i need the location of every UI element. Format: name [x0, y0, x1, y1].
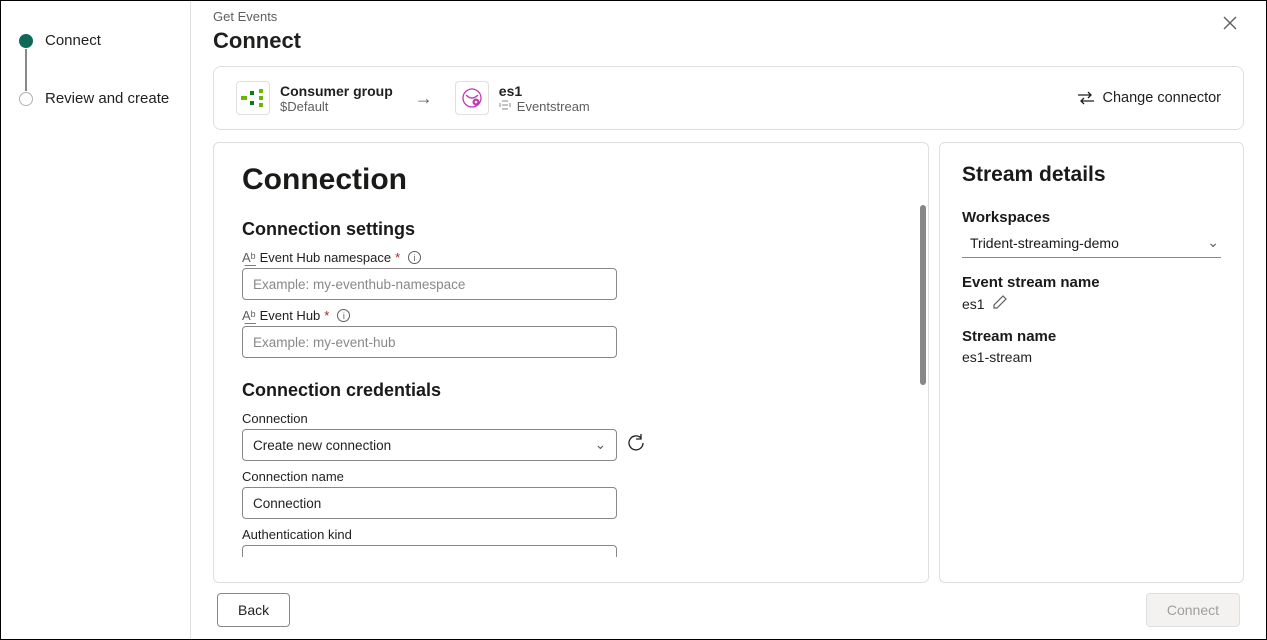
- connection-dropdown-value: Create new connection: [253, 438, 391, 453]
- authentication-kind-label: Authentication kind: [242, 527, 888, 542]
- connection-settings-heading: Connection settings: [242, 219, 888, 240]
- swap-icon: [1077, 91, 1095, 105]
- step-label: Review and create: [45, 89, 169, 109]
- close-button[interactable]: [1216, 9, 1244, 42]
- eventhub-namespace-label: A͟ᵇ Event Hub namespace * i: [242, 250, 888, 265]
- required-indicator: *: [395, 250, 400, 265]
- chevron-down-icon: ⌄: [595, 437, 606, 453]
- text-field-icon: A͟ᵇ: [242, 308, 256, 323]
- refresh-icon: [627, 434, 645, 452]
- main-panel: Get Events Connect Consumer group $Defau…: [191, 1, 1266, 639]
- back-button[interactable]: Back: [217, 593, 290, 627]
- connector-source-subtitle: $Default: [280, 99, 393, 114]
- eventhub-namespace-input[interactable]: [242, 268, 617, 300]
- eventstream-name-label: Event stream name: [962, 274, 1221, 291]
- connection-credentials-heading: Connection credentials: [242, 380, 888, 401]
- connection-name-input[interactable]: [242, 487, 617, 519]
- connector-source: Consumer group $Default: [236, 81, 393, 115]
- wizard-footer: Back Connect: [213, 583, 1244, 639]
- link-icon: [499, 100, 511, 112]
- connection-form-panel: Connection Connection settings A͟ᵇ Event…: [213, 142, 929, 583]
- step-label: Connect: [45, 31, 101, 51]
- connector-source-title: Consumer group: [280, 83, 393, 99]
- eventstream-icon: [455, 81, 489, 115]
- step-connect[interactable]: Connect: [19, 31, 172, 51]
- eventhub-input[interactable]: [242, 326, 617, 358]
- connection-dropdown-label: Connection: [242, 411, 888, 426]
- required-indicator: *: [324, 308, 329, 323]
- connector-target-title: es1: [499, 83, 590, 99]
- stream-name-label: Stream name: [962, 328, 1221, 345]
- refresh-connections-button[interactable]: [627, 434, 645, 457]
- breadcrumb: Get Events: [213, 9, 301, 24]
- info-icon[interactable]: i: [337, 309, 350, 322]
- connection-heading: Connection: [242, 163, 888, 197]
- connect-button[interactable]: Connect: [1146, 593, 1240, 627]
- workspaces-label: Workspaces: [962, 209, 1221, 226]
- authentication-kind-dropdown[interactable]: [242, 545, 617, 557]
- edit-eventstream-name-button[interactable]: [993, 295, 1007, 312]
- text-field-icon: A͟ᵇ: [242, 250, 256, 265]
- step-bullet-icon: [19, 92, 33, 106]
- eventhub-label: A͟ᵇ Event Hub * i: [242, 308, 888, 323]
- scrollbar[interactable]: [920, 205, 926, 385]
- step-bullet-icon: [19, 34, 33, 48]
- stream-details-title: Stream details: [962, 163, 1221, 187]
- consumer-group-icon: [236, 81, 270, 115]
- connection-dropdown[interactable]: Create new connection ⌄: [242, 429, 617, 461]
- connector-target: es1 Eventstream: [455, 81, 590, 115]
- page-title: Connect: [213, 28, 301, 54]
- arrow-right-icon: →: [415, 88, 433, 109]
- step-review-create[interactable]: Review and create: [19, 89, 172, 109]
- connector-target-subtitle: Eventstream: [517, 99, 590, 114]
- connector-summary-card: Consumer group $Default → es1 Eventstrea…: [213, 66, 1244, 130]
- step-connector-line: [25, 49, 27, 91]
- eventstream-name-value: es1: [962, 296, 985, 312]
- stream-details-panel: Stream details Workspaces Trident-stream…: [939, 142, 1244, 583]
- stream-name-value: es1-stream: [962, 349, 1032, 365]
- workspaces-value: Trident-streaming-demo: [970, 235, 1119, 251]
- workspaces-dropdown[interactable]: Trident-streaming-demo ⌄: [962, 230, 1221, 258]
- info-icon[interactable]: i: [408, 251, 421, 264]
- close-icon: [1222, 15, 1238, 31]
- wizard-stepper: Connect Review and create: [1, 1, 191, 639]
- change-connector-button[interactable]: Change connector: [1077, 90, 1222, 106]
- pencil-icon: [993, 295, 1007, 309]
- change-connector-label: Change connector: [1103, 90, 1222, 106]
- connection-name-label: Connection name: [242, 469, 888, 484]
- chevron-down-icon: ⌄: [1207, 234, 1219, 251]
